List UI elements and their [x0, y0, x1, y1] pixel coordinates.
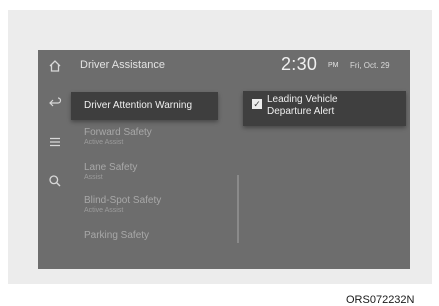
left-rail	[38, 50, 72, 269]
clock-time: 2:30	[281, 54, 318, 74]
menu-item-label: Forward Safety	[84, 127, 152, 138]
scrollbar[interactable]	[237, 175, 239, 243]
menu-item-lane-safety[interactable]: Lane Safety Assist	[71, 162, 261, 186]
menu-item-parking-safety[interactable]: Parking Safety	[71, 230, 261, 246]
menu-item-sublabel: Assist	[84, 174, 103, 181]
checkbox-checked[interactable]: ✓	[252, 99, 262, 109]
menu-item-driver-attention-warning[interactable]: Driver Attention Warning	[71, 92, 218, 120]
menu-icon[interactable]	[46, 133, 64, 151]
infotainment-screen: Driver Assistance 2:30 PM Fri, Oct. 29 D…	[38, 50, 410, 269]
menu-item-blind-spot-safety[interactable]: Blind-Spot Safety Active Assist	[71, 195, 261, 219]
page-title: Driver Assistance	[80, 59, 165, 71]
menu-item-forward-safety[interactable]: Forward Safety Active Assist	[71, 127, 261, 151]
figure-code: ORS072232N	[346, 294, 415, 306]
menu-item-sublabel: Active Assist	[84, 139, 124, 146]
clock: 2:30 PM Fri, Oct. 29	[281, 54, 406, 76]
search-icon[interactable]	[46, 172, 64, 190]
menu-item-label: Driver Attention Warning	[84, 100, 193, 111]
option-leading-vehicle-departure-alert[interactable]: ✓ Leading Vehicle Departure Alert	[243, 91, 406, 126]
clock-ampm: PM	[328, 62, 339, 69]
back-icon[interactable]	[46, 94, 64, 112]
option-label-line1: Leading Vehicle	[267, 94, 338, 105]
option-label-line2: Departure Alert	[267, 106, 335, 117]
option-label: Leading Vehicle Departure Alert	[267, 94, 387, 118]
menu-item-label: Parking Safety	[84, 230, 150, 241]
menu-item-label: Blind-Spot Safety	[84, 195, 162, 206]
clock-date: Fri, Oct. 29	[350, 61, 390, 70]
home-icon[interactable]	[46, 57, 64, 75]
menu-item-sublabel: Active Assist	[84, 207, 124, 214]
menu-item-label: Lane Safety	[84, 162, 138, 173]
